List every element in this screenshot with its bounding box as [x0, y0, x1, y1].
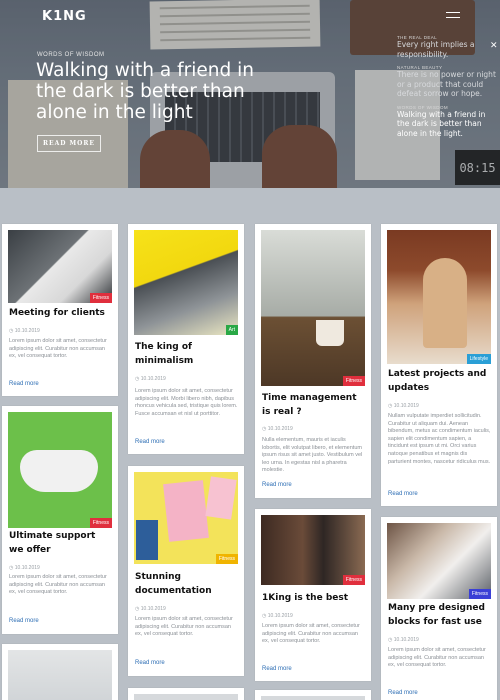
read-more-link[interactable]: Read more	[262, 666, 292, 672]
post-title[interactable]: Many pre designed blocks for fast use	[388, 601, 490, 629]
post-date: 10.10.2019	[135, 606, 166, 612]
read-more-link[interactable]: Read more	[135, 439, 165, 445]
book-image	[205, 476, 237, 520]
category-badge[interactable]: Fitness	[89, 293, 112, 303]
post-card[interactable]: Fitness 1King is the best 10.10.2019 Lor…	[255, 509, 371, 681]
post-excerpt: Lorem ipsum dolor sit amet, consectetur …	[388, 647, 486, 669]
post-image[interactable]	[8, 650, 112, 700]
category-badge[interactable]: Fitness	[342, 376, 365, 386]
book-image	[163, 480, 209, 542]
site-logo[interactable]: K1NG	[42, 9, 87, 24]
read-more-link[interactable]: Read more	[262, 482, 292, 488]
hero-slide-item[interactable]: THE REAL DEAL Every right implies a resp…	[397, 35, 497, 59]
post-date: 10.10.2019	[262, 426, 293, 432]
post-card[interactable]	[128, 688, 244, 700]
post-date: 10.10.2019	[388, 403, 419, 409]
post-image[interactable]: Lifestyle	[387, 230, 491, 364]
hamburger-menu-icon[interactable]	[446, 12, 460, 18]
post-card[interactable]: Lifestyle Latest projects and updates 10…	[381, 224, 497, 506]
post-card[interactable]	[2, 644, 118, 700]
post-title[interactable]: 1King is the best	[262, 591, 364, 605]
hero-kicker: WORDS OF WISDOM	[37, 52, 105, 58]
hero-slide-item-active[interactable]: WORDS OF WISDOM Walking with a friend in…	[397, 105, 497, 139]
post-excerpt: Lorem ipsum dolor sit amet, consectetur …	[135, 616, 233, 638]
post-image[interactable]	[134, 694, 238, 700]
category-badge[interactable]: Fitness	[215, 554, 238, 564]
hero-slide-list: THE REAL DEAL Every right implies a resp…	[397, 35, 497, 144]
slide-title: There is no power or night or a product …	[397, 70, 496, 98]
post-card[interactable]: Fitness Time management is real ? 10.10.…	[255, 224, 371, 498]
post-date: 10.10.2019	[9, 328, 40, 334]
post-title[interactable]: Stunning documentation	[135, 570, 237, 598]
post-card[interactable]	[255, 690, 371, 700]
post-card[interactable]: Fitness Many pre designed blocks for fas…	[381, 517, 497, 700]
post-image[interactable]: Fitness	[261, 230, 365, 386]
post-image[interactable]: Fitness	[134, 472, 238, 564]
read-more-link[interactable]: Read more	[9, 618, 39, 624]
read-more-link[interactable]: Read more	[135, 660, 165, 666]
post-image[interactable]: Art	[134, 230, 238, 335]
category-badge[interactable]: Art	[225, 325, 238, 335]
post-image[interactable]: Fitness	[261, 515, 365, 585]
post-title[interactable]: Time management is real ?	[262, 391, 364, 419]
post-excerpt: Lorem ipsum dolor sit amet, consectetur …	[9, 574, 107, 596]
hero-banner: 08:15 K1NG ✕ WORDS OF WISDOM Walking wit…	[0, 0, 500, 188]
post-card[interactable]: Fitness Meeting for clients 10.10.2019 L…	[2, 224, 118, 396]
post-image[interactable]	[261, 696, 365, 700]
read-more-link[interactable]: Read more	[388, 491, 418, 497]
person-image	[423, 258, 467, 348]
post-excerpt: Lorem ipsum dolor sit amet, consectetur …	[9, 338, 107, 360]
post-date: 10.10.2019	[135, 376, 166, 382]
slide-title: Walking with a friend in the dark is bet…	[397, 109, 486, 138]
post-excerpt: Lorem ipsum dolor sit amet, consectetur …	[262, 623, 360, 645]
post-title[interactable]: The king of minimalism	[135, 340, 237, 368]
post-title[interactable]: Meeting for clients	[9, 306, 111, 320]
post-card[interactable]: Fitness Ultimate support we offer 10.10.…	[2, 406, 118, 634]
hero-slide-item[interactable]: NATURAL BEAUTY There is no power or nigh…	[397, 65, 497, 99]
category-badge[interactable]: Fitness	[89, 518, 112, 528]
post-excerpt: Nullam vulputate imperdiet sollicitudin.…	[388, 413, 491, 465]
category-badge[interactable]: Lifestyle	[466, 354, 491, 364]
post-card[interactable]: Art The king of minimalism 10.10.2019 Lo…	[128, 224, 244, 454]
book-image	[136, 520, 158, 560]
slide-title: Every right implies a responsibility.	[397, 40, 475, 59]
post-image[interactable]: Fitness	[8, 230, 112, 303]
read-more-link[interactable]: Read more	[388, 690, 418, 696]
post-title[interactable]: Ultimate support we offer	[9, 529, 111, 557]
post-title[interactable]: Latest projects and updates	[388, 367, 490, 395]
category-badge[interactable]: Fitness	[468, 589, 491, 599]
gamepad-image	[20, 450, 98, 492]
category-badge[interactable]: Fitness	[342, 575, 365, 585]
post-image[interactable]: Fitness	[8, 412, 112, 528]
cup-image	[316, 320, 344, 346]
post-excerpt: Lorem ipsum dolor sit amet, consectetur …	[135, 388, 238, 417]
read-more-link[interactable]: Read more	[9, 381, 39, 387]
post-date: 10.10.2019	[262, 613, 293, 619]
hero-title: Walking with a friend in the dark is bet…	[36, 60, 254, 123]
post-card[interactable]: Fitness Stunning documentation 10.10.201…	[128, 466, 244, 676]
post-date: 10.10.2019	[9, 565, 40, 571]
post-excerpt: Nulla elementum, mauris et iaculis lobor…	[262, 437, 363, 474]
post-date: 10.10.2019	[388, 637, 419, 643]
read-more-button[interactable]: READ MORE	[37, 135, 101, 152]
post-image[interactable]: Fitness	[387, 523, 491, 599]
